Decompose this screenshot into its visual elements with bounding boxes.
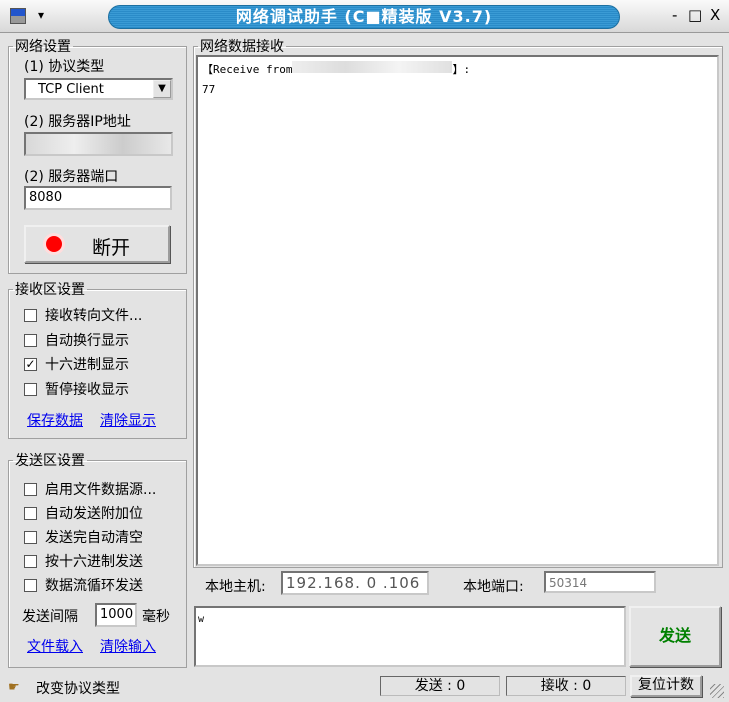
server-port-label: (2) 服务器端口 bbox=[24, 169, 119, 185]
auto-clear-checkbox[interactable]: 发送完自动清空 bbox=[24, 527, 143, 547]
hex-send-checkbox[interactable]: 按十六进制发送 bbox=[24, 551, 143, 571]
loop-send-checkbox[interactable]: 数据流循环发送 bbox=[24, 575, 143, 595]
send-settings-legend: 发送区设置 bbox=[15, 453, 85, 469]
reset-count-button[interactable]: 复位计数 bbox=[630, 675, 702, 697]
server-port-input[interactable]: 8080 bbox=[24, 186, 172, 210]
checkbox-label: 暂停接收显示 bbox=[45, 382, 129, 398]
checkbox-box[interactable] bbox=[24, 578, 37, 592]
protocol-select[interactable]: TCP Client ▼ bbox=[24, 78, 173, 100]
pause-receive-checkbox[interactable]: 暂停接收显示 bbox=[24, 379, 129, 399]
send-textarea[interactable]: w bbox=[194, 606, 626, 667]
receive-legend: 网络数据接收 bbox=[200, 39, 284, 55]
resize-grip[interactable] bbox=[710, 684, 724, 698]
app-icon[interactable] bbox=[10, 8, 26, 24]
network-settings-legend: 网络设置 bbox=[15, 39, 71, 55]
received-count: 接收 : 0 bbox=[506, 676, 626, 696]
hex-display-checkbox[interactable]: ✓ 十六进制显示 bbox=[24, 354, 129, 374]
checkbox-box[interactable] bbox=[24, 308, 37, 322]
send-button[interactable]: 发送 bbox=[629, 606, 721, 667]
checkbox-box[interactable] bbox=[24, 482, 37, 496]
disconnect-button[interactable]: 断开 bbox=[24, 225, 170, 263]
checkbox-label: 数据流循环发送 bbox=[45, 578, 143, 594]
system-menu-arrow[interactable]: ▾ bbox=[38, 8, 44, 22]
close-button[interactable]: X bbox=[710, 6, 720, 24]
checkbox-label: 按十六进制发送 bbox=[45, 554, 143, 570]
hand-icon: ☛ bbox=[8, 680, 20, 695]
local-host-label: 本地主机: bbox=[205, 579, 266, 595]
interval-label: 发送间隔 bbox=[22, 609, 78, 625]
file-source-checkbox[interactable]: 启用文件数据源... bbox=[24, 479, 156, 499]
protocol-label: (1) 协议类型 bbox=[24, 59, 105, 75]
window-title: 网络调试助手 (C■精装版 V3.7) bbox=[108, 5, 620, 29]
checkbox-box[interactable] bbox=[24, 333, 37, 347]
chevron-down-icon[interactable]: ▼ bbox=[153, 80, 171, 98]
auto-wrap-checkbox[interactable]: 自动换行显示 bbox=[24, 330, 129, 350]
local-ip-field: 192.168. 0 .106 bbox=[281, 571, 429, 595]
checkbox-box-checked[interactable]: ✓ bbox=[24, 357, 37, 371]
clear-input-link[interactable]: 清除输入 bbox=[100, 636, 156, 656]
minimize-button[interactable]: - bbox=[672, 6, 677, 24]
clear-display-link[interactable]: 清除显示 bbox=[100, 410, 156, 430]
checkbox-box[interactable] bbox=[24, 382, 37, 396]
checkbox-label: 自动发送附加位 bbox=[45, 506, 143, 522]
checkbox-label: 自动换行显示 bbox=[45, 333, 129, 349]
receive-to-file-checkbox[interactable]: 接收转向文件... bbox=[24, 305, 142, 325]
protocol-value: TCP Client bbox=[38, 82, 104, 97]
title-bar: ▾ 网络调试助手 (C■精装版 V3.7) - □ X bbox=[0, 0, 729, 33]
receive-data: 77 bbox=[202, 83, 216, 96]
sent-count: 发送 : 0 bbox=[380, 676, 500, 696]
receive-header: 【Receive from】: bbox=[202, 61, 471, 76]
append-bits-checkbox[interactable]: 自动发送附加位 bbox=[24, 503, 143, 523]
receive-settings-legend: 接收区设置 bbox=[15, 282, 85, 298]
local-port-field: 50314 bbox=[544, 571, 656, 593]
interval-input[interactable]: 1000 bbox=[95, 603, 137, 627]
checkbox-label: 发送完自动清空 bbox=[45, 530, 143, 546]
checkbox-box[interactable] bbox=[24, 554, 37, 568]
checkbox-box[interactable] bbox=[24, 530, 37, 544]
connection-status-icon bbox=[46, 236, 62, 252]
checkbox-label: 十六进制显示 bbox=[45, 357, 129, 373]
checkbox-label: 启用文件数据源... bbox=[45, 482, 157, 498]
checkbox-label: 接收转向文件... bbox=[45, 308, 143, 324]
local-port-label: 本地端口: bbox=[463, 579, 524, 595]
receive-textarea[interactable]: 【Receive from】: 77 bbox=[196, 55, 719, 566]
maximize-button[interactable]: □ bbox=[688, 6, 702, 24]
server-ip-input[interactable] bbox=[24, 132, 173, 156]
interval-unit: 毫秒 bbox=[142, 609, 170, 625]
checkbox-box[interactable] bbox=[24, 506, 37, 520]
disconnect-label: 断开 bbox=[92, 237, 131, 259]
status-hint: 改变协议类型 bbox=[36, 681, 120, 697]
server-ip-label: (2) 服务器IP地址 bbox=[24, 114, 131, 130]
save-data-link[interactable]: 保存数据 bbox=[27, 410, 83, 430]
load-file-link[interactable]: 文件载入 bbox=[27, 636, 83, 656]
